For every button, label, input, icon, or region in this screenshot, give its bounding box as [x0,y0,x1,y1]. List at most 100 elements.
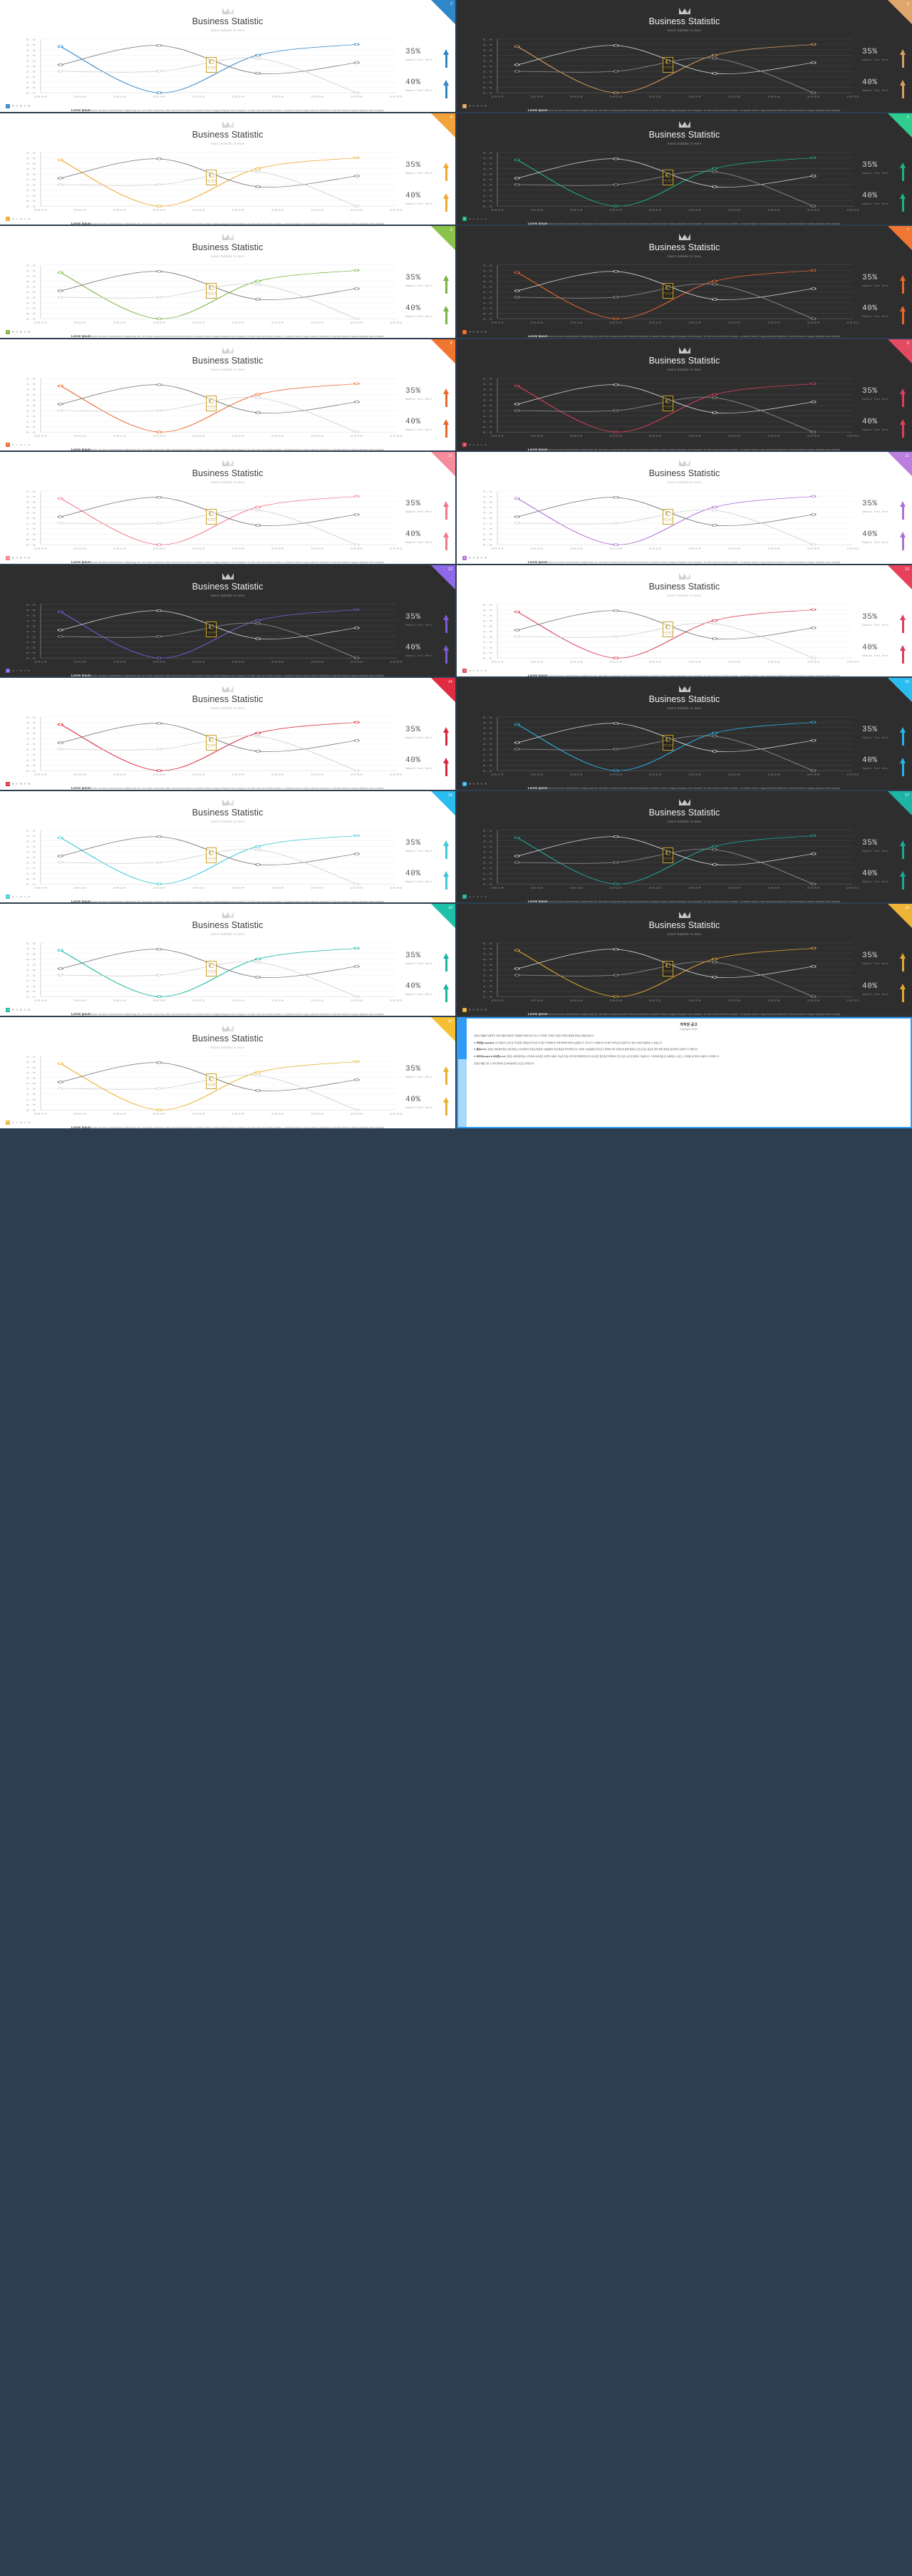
slide-thumbnail[interactable]: 2 Business Statistic Insert Subtitle in … [0,0,455,112]
pager-dot[interactable] [12,783,14,785]
pager-dot[interactable] [20,783,22,785]
pager-dot[interactable] [480,217,482,220]
pager-dot[interactable] [469,331,471,333]
pager-dot[interactable] [12,669,14,672]
pager-dot[interactable] [16,1009,18,1011]
pager-dot[interactable] [28,105,30,107]
pager-dot[interactable] [480,783,482,785]
slide-thumbnail[interactable]: 11 Business Statistic Insert Subtitle in… [457,452,912,564]
page-indicator[interactable]: 18 [6,1007,10,1012]
pager-dot[interactable] [12,557,14,559]
pager-dot[interactable] [12,1121,14,1124]
slide-thumbnail[interactable]: 8 Business Statistic Insert Subtitle in … [0,339,455,450]
pager-dot[interactable] [472,1009,475,1011]
pager-dot[interactable] [469,217,471,220]
pagination[interactable]: 6 [6,329,30,334]
copyright-slide[interactable]: 저작권 공고 Copyright Notice 콘텐츠 제품을 사용하기 전에 … [457,1016,912,1128]
page-indicator[interactable]: 3 [462,103,467,108]
pager-dot[interactable] [24,557,26,559]
pager-dot[interactable] [484,669,487,672]
pager-dot[interactable] [484,105,487,107]
pager-dot[interactable] [472,105,475,107]
slide-thumbnail[interactable]: 12 Business Statistic Insert Subtitle in… [0,565,455,676]
slide-thumbnail[interactable]: 10 Business Statistic Insert Subtitle in… [0,452,455,564]
pager-dot[interactable] [28,557,30,559]
pager-dot[interactable] [16,557,18,559]
slide-thumbnail[interactable]: 7 Business Statistic Insert Subtitle in … [457,226,912,338]
pager-dot[interactable] [472,557,475,559]
pager-dot[interactable] [480,895,482,898]
pager-dot[interactable] [24,217,26,220]
slide-thumbnail[interactable]: 19 Business Statistic Insert Subtitle in… [457,904,912,1016]
page-indicator[interactable]: 14 [6,781,10,786]
pager-dot[interactable] [484,331,487,333]
pager-dot[interactable] [12,895,14,898]
pager-dot[interactable] [24,443,26,446]
page-indicator[interactable]: 15 [462,781,467,786]
pager-dot[interactable] [28,443,30,446]
pager-dot[interactable] [12,217,14,220]
page-indicator[interactable]: 12 [6,669,10,673]
page-indicator[interactable]: 2 [6,103,10,108]
pager-dot[interactable] [484,783,487,785]
slide-thumbnail[interactable]: 9 Business Statistic Insert Subtitle in … [457,339,912,450]
pagination[interactable]: 2 [6,103,30,108]
pagination[interactable]: 9 [462,443,487,447]
pagination[interactable]: 17 [462,895,487,899]
pager-dot[interactable] [20,331,22,333]
pager-dot[interactable] [28,1009,30,1011]
pager-dot[interactable] [469,669,471,672]
pager-dot[interactable] [28,895,30,898]
pager-dot[interactable] [480,1009,482,1011]
pager-dot[interactable] [480,669,482,672]
pager-dot[interactable] [477,331,479,333]
pager-dot[interactable] [469,895,471,898]
slide-thumbnail[interactable]: 3 Business Statistic Insert Subtitle in … [457,0,912,112]
pager-dot[interactable] [469,1009,471,1011]
pager-dot[interactable] [24,331,26,333]
page-indicator[interactable]: 7 [462,329,467,334]
slide-thumbnail[interactable]: 16 Business Statistic Insert Subtitle in… [0,790,455,902]
pager-dot[interactable] [28,331,30,333]
pager-dot[interactable] [480,105,482,107]
page-indicator[interactable]: 4 [6,217,10,221]
pager-dot[interactable] [12,331,14,333]
pagination[interactable]: 19 [462,1007,487,1012]
pager-dot[interactable] [477,1009,479,1011]
slide-thumbnail[interactable]: 15 Business Statistic Insert Subtitle in… [457,678,912,790]
pagination[interactable]: 3 [462,103,487,108]
pager-dot[interactable] [472,895,475,898]
pager-dot[interactable] [20,443,22,446]
pager-dot[interactable] [24,895,26,898]
pagination[interactable]: 11 [462,555,487,560]
slide-thumbnail[interactable]: 5 Business Statistic Insert Subtitle in … [457,113,912,225]
pager-dot[interactable] [472,217,475,220]
pager-dot[interactable] [24,783,26,785]
page-indicator[interactable]: 8 [6,443,10,447]
pager-dot[interactable] [24,1009,26,1011]
pager-dot[interactable] [480,557,482,559]
pager-dot[interactable] [20,105,22,107]
pager-dot[interactable] [24,105,26,107]
pager-dot[interactable] [472,783,475,785]
pagination[interactable]: 16 [6,895,30,899]
page-indicator[interactable]: 9 [462,443,467,447]
pager-dot[interactable] [480,443,482,446]
page-indicator[interactable]: 6 [6,329,10,334]
pager-dot[interactable] [16,443,18,446]
pager-dot[interactable] [16,105,18,107]
pager-dot[interactable] [484,217,487,220]
pager-dot[interactable] [484,443,487,446]
pager-dot[interactable] [469,557,471,559]
page-indicator[interactable]: 13 [462,669,467,673]
pager-dot[interactable] [472,331,475,333]
pagination[interactable]: 14 [6,781,30,786]
pager-dot[interactable] [16,217,18,220]
pager-dot[interactable] [12,443,14,446]
pager-dot[interactable] [469,443,471,446]
pagination[interactable]: 10 [6,555,30,560]
pagination[interactable]: 7 [462,329,487,334]
page-indicator[interactable]: 11 [462,555,467,560]
pager-dot[interactable] [16,331,18,333]
page-indicator[interactable]: 5 [462,217,467,221]
